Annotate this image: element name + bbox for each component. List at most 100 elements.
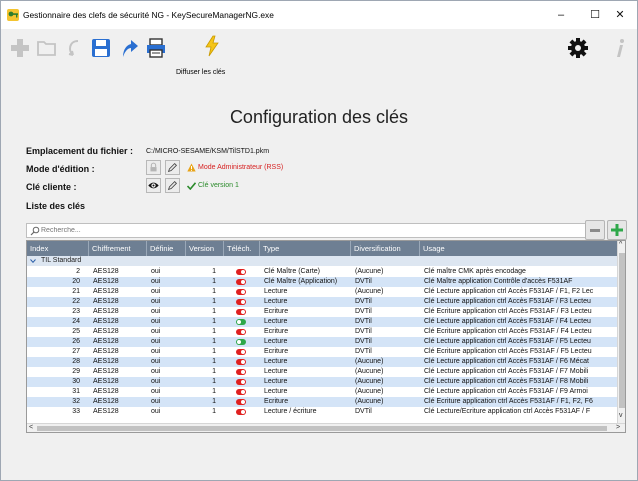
cell-index: 32 [72,398,80,405]
cell-version: 1 [212,288,216,295]
column-header-diversification[interactable]: Diversification [351,241,420,256]
cell-cipher: AES128 [93,378,119,385]
table-row[interactable]: 29 AES128 oui 1 Lecture (Aucune) Clé Lecture a… [27,367,617,377]
vertical-scrollbar[interactable]: ^ v [617,241,625,423]
add-icon[interactable] [9,37,31,59]
download-toggle[interactable] [236,369,246,375]
horizontal-scrollbar[interactable]: < > [27,423,625,432]
table-row[interactable]: 24 AES128 oui 1 Lecture DVTil Clé Lecture appl… [27,317,617,327]
cell-type: Ecriture [264,398,289,405]
table-row[interactable]: 23 AES128 oui 1 Ecriture DVTil Clé Ecriture ap… [27,307,617,317]
table-row[interactable]: 31 AES128 oui 1 Lecture (Aucune) Clé Lecture a… [27,387,617,397]
vertical-scroll-thumb[interactable] [619,253,625,408]
cell-usage: Clé Lecture application ctrl Accès F531A… [424,358,589,365]
column-header-download[interactable]: Téléch. [224,241,260,256]
cell-usage: Clé Lecture/Ecriture application ctrl Ac… [424,408,591,415]
download-toggle[interactable] [236,379,246,385]
scroll-down-icon[interactable]: v [619,412,623,419]
table-row[interactable]: 20 AES128 oui 1 Clé Maître (Application) DVTi… [27,277,617,287]
table-row[interactable]: 33 AES128 oui 1 Lecture / écriture DVTil Clé L… [27,407,617,417]
folder-open-icon[interactable] [36,37,58,59]
eye-icon[interactable] [146,178,161,193]
close-button[interactable]: ✕ [603,1,637,29]
table-row[interactable]: 28 AES128 oui 1 Lecture (Aucune) Clé Lecture a… [27,357,617,367]
download-toggle[interactable] [236,349,246,355]
table-row[interactable]: 25 AES128 oui 1 Ecriture DVTil Clé Ecriture ap… [27,327,617,337]
table-row[interactable]: 26 AES128 oui 1 Lecture DVTil Clé Lecture appl… [27,337,617,347]
cell-usage: Clé Lecture application ctrl Accès F531A… [424,378,589,385]
cell-usage: Clé Ecriture application ctrl Accès F531… [424,348,592,355]
cell-defined: oui [151,338,161,345]
broadcast-keys-button[interactable]: Diffuser les clés [176,69,225,76]
download-toggle[interactable] [236,309,246,315]
search-box[interactable] [26,223,602,238]
keys-table[interactable]: Index Chiffrement Définie Version Téléch… [26,240,626,433]
cell-usage: Clé Lecture application ctrl Accès F531A… [424,338,591,345]
download-toggle[interactable] [236,269,246,275]
undo-icon[interactable] [63,37,85,59]
gear-icon[interactable] [567,37,589,59]
edit-pencil-icon[interactable] [165,178,180,193]
column-header-defined[interactable]: Définie [147,241,186,256]
cell-type: Lecture [264,388,288,395]
download-toggle[interactable] [236,319,246,325]
toggle-knob [241,330,245,334]
table-row[interactable]: 21 AES128 oui 1 Lecture (Aucune) Clé Lecture a… [27,287,617,297]
download-toggle[interactable] [236,279,246,285]
minimize-button[interactable]: – [544,1,578,29]
chevron-down-icon[interactable] [30,259,36,263]
download-toggle[interactable] [236,359,246,365]
cell-version: 1 [212,278,216,285]
column-header-type[interactable]: Type [260,241,351,256]
cell-usage: Clé Maître application Contrôle d'accès … [424,278,573,285]
table-row[interactable]: 27 AES128 oui 1 Ecriture DVTil Clé Ecriture ap… [27,347,617,357]
download-toggle[interactable] [236,339,246,345]
scroll-left-icon[interactable]: < [29,424,33,431]
cell-diversification: DVTil [355,348,372,355]
remove-key-button[interactable] [585,220,605,240]
cell-index: 2 [76,268,80,275]
app-logo-icon [7,9,19,21]
upload-icon[interactable] [117,37,139,59]
printer-icon[interactable] [145,37,167,59]
cell-diversification: (Aucune) [355,378,384,385]
table-row[interactable]: 32 AES128 oui 1 Ecriture (Aucune) Clé Ecriture… [27,397,617,407]
search-input[interactable] [41,224,596,237]
download-toggle[interactable] [236,299,246,305]
toggle-knob [241,400,245,404]
table-header: Index Chiffrement Définie Version Téléch… [27,241,617,256]
column-header-index[interactable]: Index [27,241,89,256]
save-icon[interactable] [90,37,112,59]
scroll-up-icon[interactable]: ^ [619,241,622,248]
cell-defined: oui [151,368,161,375]
cell-diversification: DVTil [355,318,372,325]
scroll-right-icon[interactable]: > [616,424,620,431]
column-header-version[interactable]: Version [186,241,224,256]
cell-usage: Clé Lecture application ctrl Accès F531A… [424,388,588,395]
group-row[interactable]: TIL Standard [27,256,617,266]
table-row[interactable]: 2 AES128 oui 1 Clé Maître (Carte) (Aucune) Clé… [27,267,617,277]
download-toggle[interactable] [236,329,246,335]
horizontal-scroll-thumb[interactable] [37,426,607,431]
cell-usage: Clé maître CMK après encodage [424,268,526,275]
add-key-button[interactable] [607,220,627,240]
edit-pencil-icon[interactable] [165,160,180,175]
cell-type: Lecture / écriture [264,408,317,415]
cell-cipher: AES128 [93,308,119,315]
table-row[interactable]: 30 AES128 oui 1 Lecture (Aucune) Clé Lecture a… [27,377,617,387]
info-icon[interactable] [609,37,631,59]
lightning-icon[interactable] [201,35,223,57]
cell-cipher: AES128 [93,318,119,325]
download-toggle[interactable] [236,399,246,405]
table-row[interactable]: 22 AES128 oui 1 Lecture DVTil Clé Lecture appl… [27,297,617,307]
column-header-cipher[interactable]: Chiffrement [89,241,147,256]
column-header-usage[interactable]: Usage [420,241,617,256]
cell-defined: oui [151,278,161,285]
download-toggle[interactable] [236,289,246,295]
download-toggle[interactable] [236,389,246,395]
title-bar: Gestionnaire des clefs de sécurité NG - … [1,1,637,29]
cell-type: Lecture [264,288,288,295]
download-toggle[interactable] [236,409,246,415]
cell-defined: oui [151,398,161,405]
lock-icon[interactable] [146,160,161,175]
